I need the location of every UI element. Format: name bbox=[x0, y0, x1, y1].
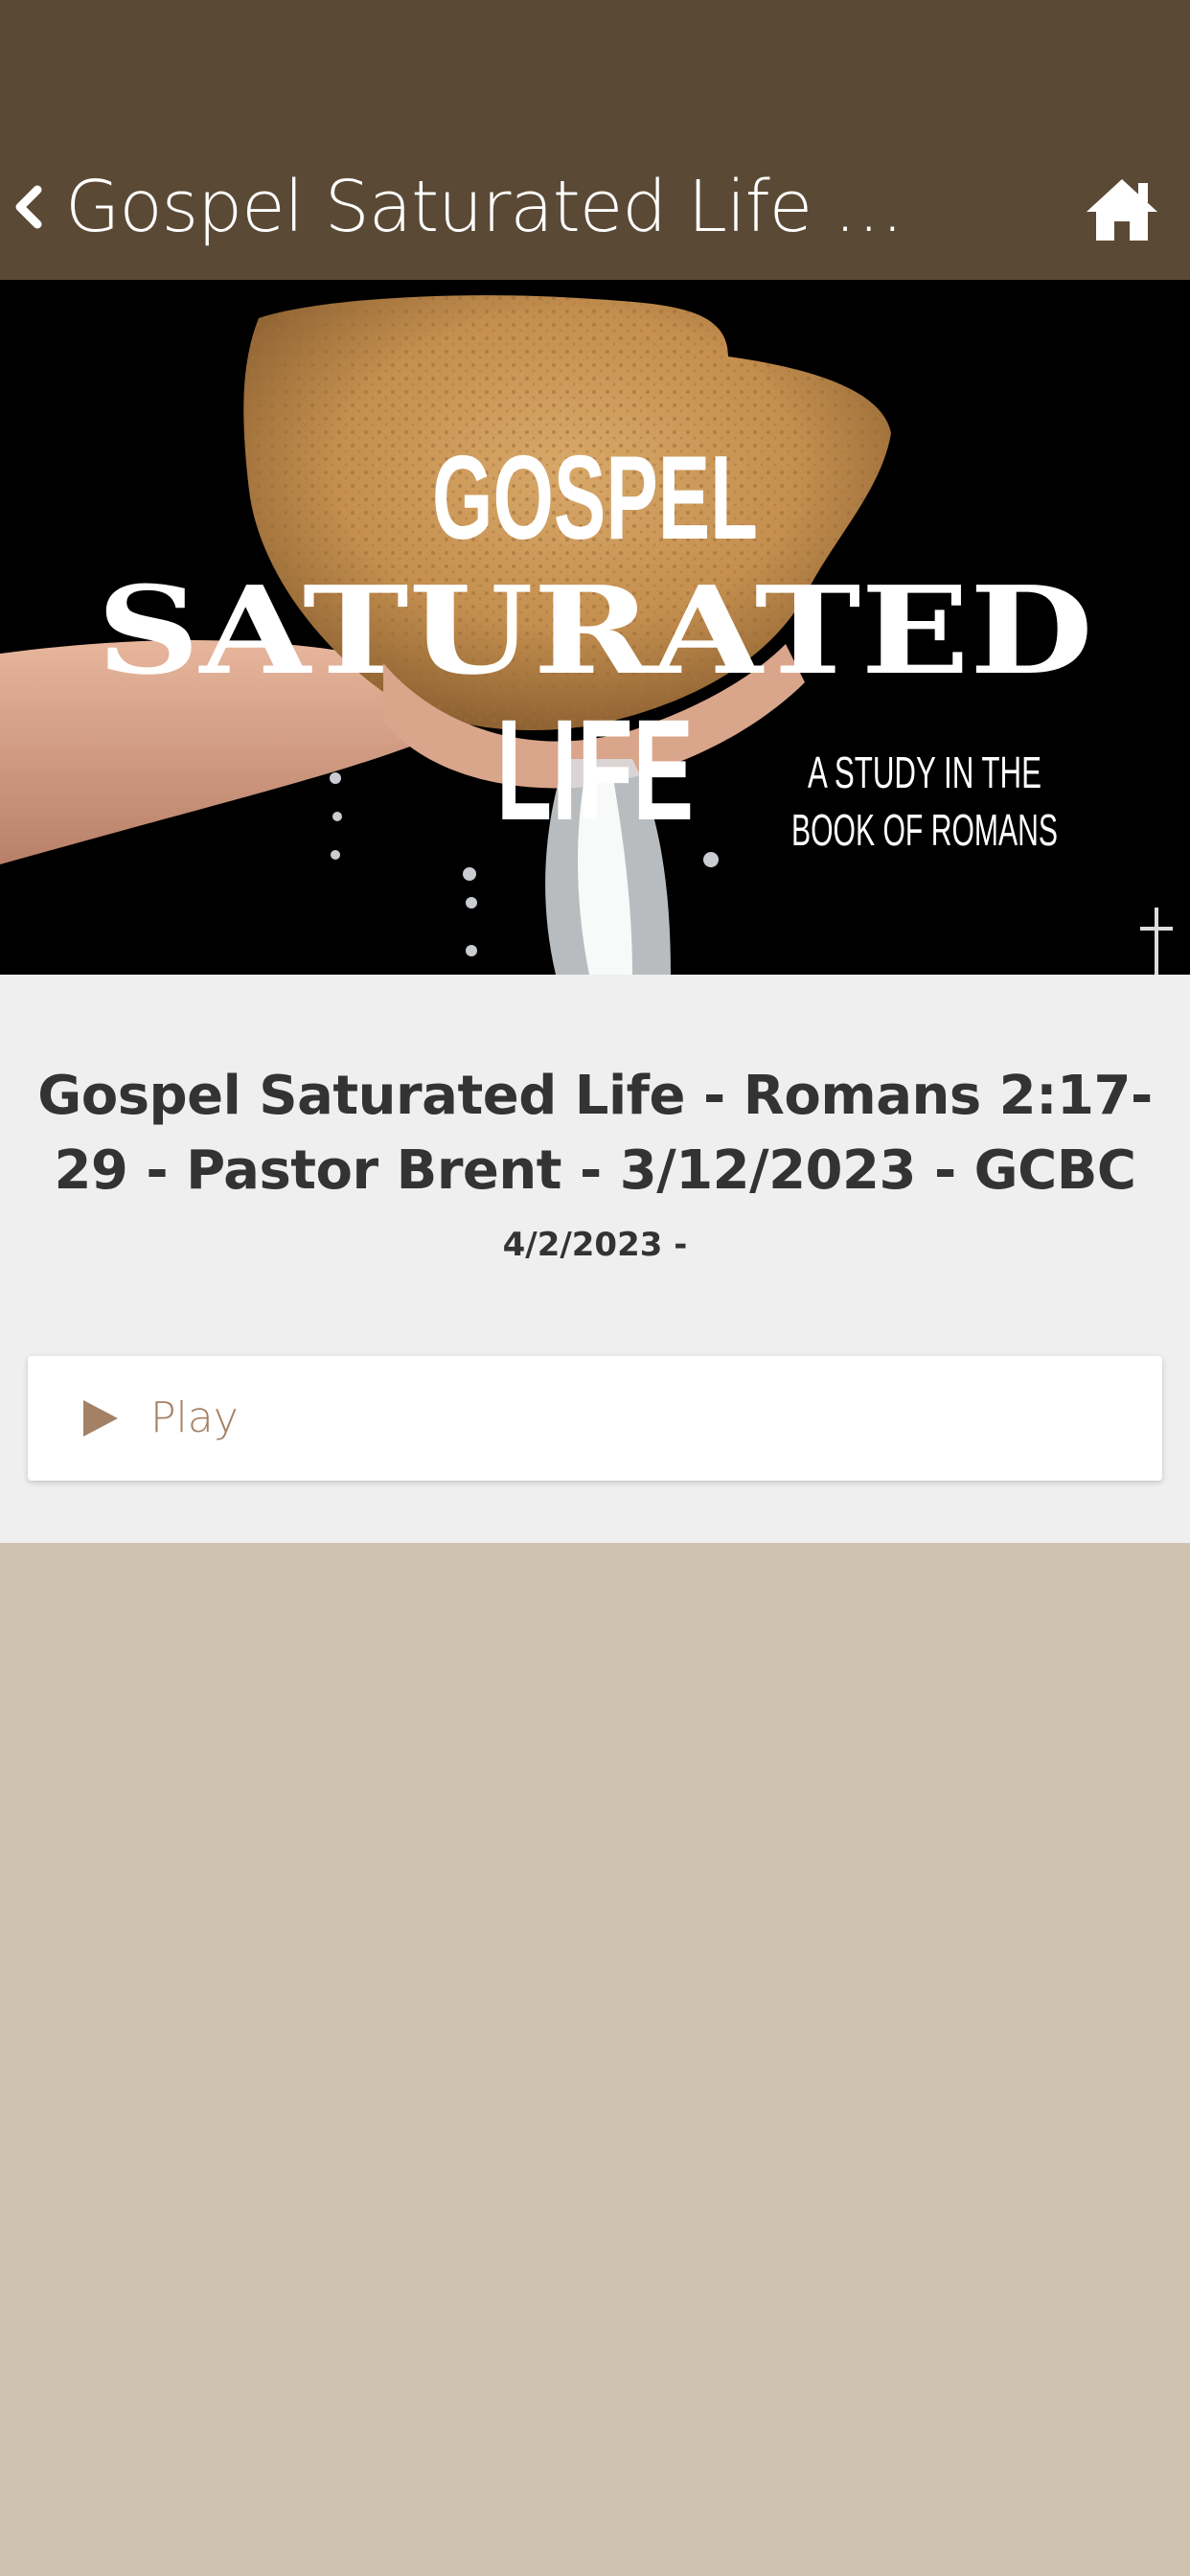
sermon-title: Gospel Saturated Life - Romans 2:17-29 -… bbox=[37, 1065, 1153, 1202]
home-button[interactable] bbox=[1083, 175, 1161, 244]
chevron-left-icon bbox=[15, 185, 42, 229]
back-button[interactable] bbox=[0, 169, 57, 245]
empty-area bbox=[0, 1543, 1190, 2576]
play-icon bbox=[83, 1400, 118, 1437]
page-title: Gospel Saturated Life - Romans 2:17-29 -… bbox=[65, 166, 927, 248]
artwork-subtitle-line2: BOOK OF ROMANS bbox=[791, 805, 1058, 855]
play-button[interactable]: Play bbox=[28, 1356, 1162, 1481]
app-header: Gospel Saturated Life - Romans 2:17-29 -… bbox=[0, 0, 1190, 280]
artwork-line-saturated: SATURATED bbox=[97, 560, 1093, 702]
play-label: Play bbox=[150, 1393, 239, 1442]
artwork-line-gospel: GOSPEL bbox=[432, 432, 758, 564]
artwork-line-life: LIFE bbox=[496, 689, 694, 850]
sermon-details: Gospel Saturated Life - Romans 2:17-29 -… bbox=[0, 975, 1190, 1543]
artwork-subtitle-line1: A STUDY IN THE bbox=[808, 748, 1041, 797]
sermon-artwork: GOSPEL SATURATED LIFE A STUDY IN THE BOO… bbox=[0, 280, 1190, 975]
sermon-date: 4/2/2023 - bbox=[502, 1226, 688, 1264]
home-icon bbox=[1087, 179, 1157, 241]
